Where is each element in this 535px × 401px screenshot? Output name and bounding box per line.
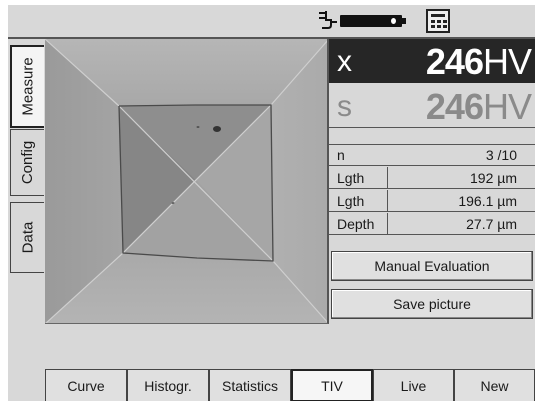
tab-data-label: Data xyxy=(19,221,36,254)
mean-symbol: x xyxy=(337,45,352,78)
depth-row: Depth 27.7 µm xyxy=(329,213,535,235)
std-symbol: s xyxy=(337,90,352,123)
tab-new[interactable]: New xyxy=(454,370,535,401)
tab-measure[interactable]: Measure xyxy=(10,45,44,128)
tab-measure-label: Measure xyxy=(19,57,37,116)
device-screen: Measure Config Data x 246HV s 246HV n 3 … xyxy=(8,5,535,401)
count-value: 3 /10 xyxy=(485,147,517,163)
indentation-image[interactable] xyxy=(45,39,329,324)
tab-config[interactable]: Config xyxy=(10,129,44,196)
depth-value: 27.7 µm xyxy=(466,215,517,232)
mean-hardness-number: 246 xyxy=(425,41,484,82)
count-row: n 3 /10 xyxy=(329,144,535,166)
row-divider xyxy=(387,213,388,234)
length-2-value: 196.1 µm xyxy=(458,192,517,209)
length-2-label: Lgth xyxy=(337,192,365,209)
tab-tiv[interactable]: TIV xyxy=(291,369,373,401)
bottom-tab-bar: Curve Histogr. Statistics TIV Live New xyxy=(45,369,535,401)
std-hardness-unit: HV xyxy=(482,86,532,127)
std-hardness-row: s 246HV xyxy=(329,84,535,128)
length-1-label: Lgth xyxy=(337,169,365,186)
depth-label: Depth xyxy=(337,215,375,232)
readout-panel: x 246HV s 246HV n 3 /10 Lgth 192 µm Lgth… xyxy=(329,39,535,329)
row-divider xyxy=(387,167,388,188)
tab-config-label: Config xyxy=(19,140,37,185)
count-label: n xyxy=(337,147,345,163)
calculator-icon[interactable] xyxy=(426,9,450,33)
tab-data[interactable]: Data xyxy=(10,202,44,273)
plug-icon xyxy=(319,11,337,29)
length-1-value: 192 µm xyxy=(470,169,517,186)
row-divider xyxy=(387,190,388,211)
indentation-image-svg xyxy=(45,39,327,323)
tab-live[interactable]: Live xyxy=(373,370,454,401)
std-hardness-value: 246HV xyxy=(425,86,532,128)
tab-statistics[interactable]: Statistics xyxy=(209,370,291,401)
manual-evaluation-button[interactable]: Manual Evaluation xyxy=(331,251,533,281)
length-1-row: Lgth 192 µm xyxy=(329,167,535,189)
length-2-row: Lgth 196.1 µm xyxy=(329,190,535,212)
mean-hardness-unit: HV xyxy=(482,41,532,82)
tab-curve[interactable]: Curve xyxy=(45,370,127,401)
mean-hardness-value: 246HV xyxy=(425,41,532,83)
tab-histogram[interactable]: Histogr. xyxy=(127,370,209,401)
mean-hardness-row: x 246HV xyxy=(329,39,535,83)
battery-icon xyxy=(340,15,406,27)
status-bar xyxy=(8,5,535,37)
std-hardness-number: 246 xyxy=(425,86,484,127)
save-picture-button[interactable]: Save picture xyxy=(331,289,533,319)
